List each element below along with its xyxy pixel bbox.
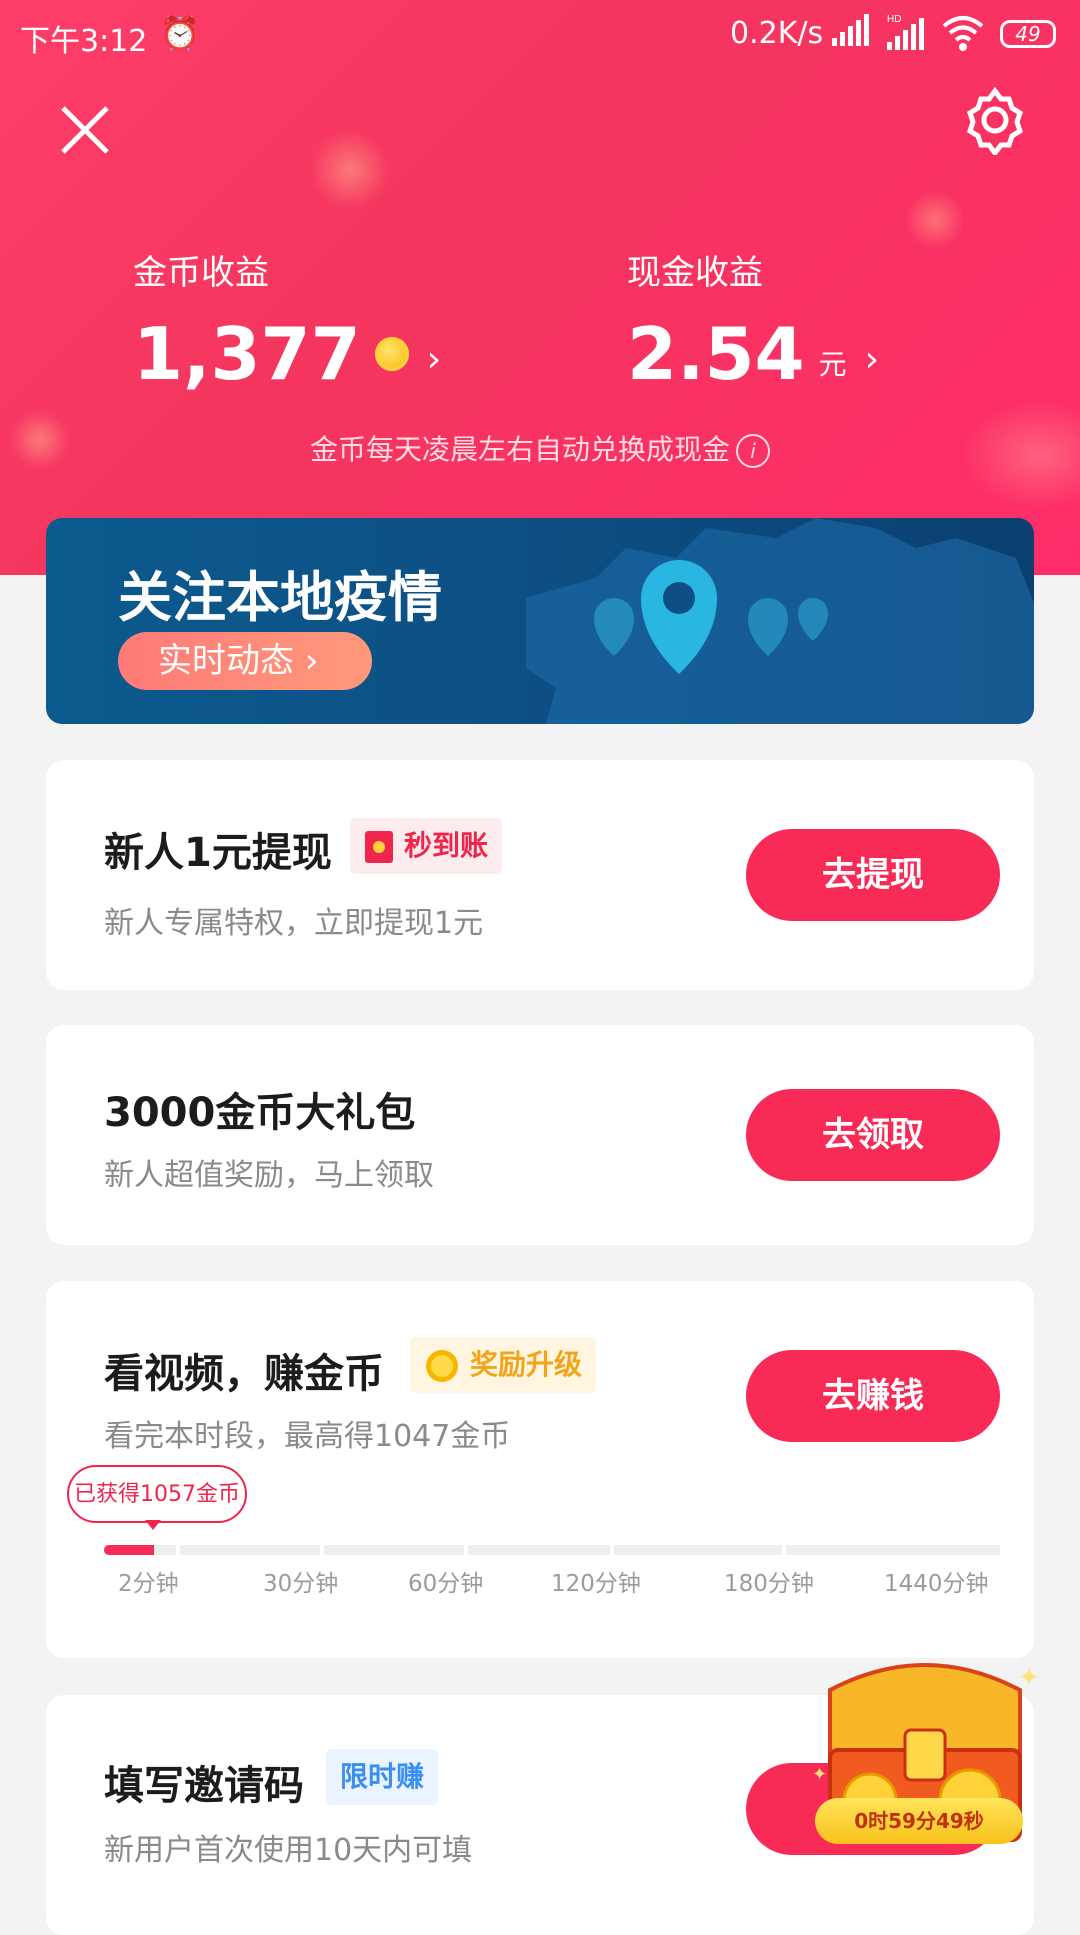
withdraw-button[interactable]: 去提现 <box>746 829 1000 921</box>
tag-label: 奖励升级 <box>470 1348 583 1381</box>
progress-tick: 1440分钟 <box>884 1571 989 1597</box>
task-subtitle: 新人超值奖励，马上领取 <box>104 1158 434 1193</box>
progress-tick: 120分钟 <box>551 1571 641 1597</box>
battery-level: 49 <box>1015 22 1041 46</box>
task-title: 3000金币大礼包 <box>104 1090 416 1136</box>
gear-icon[interactable] <box>960 85 1030 155</box>
task-card-gift: 3000金币大礼包 新人超值奖励，马上领取 去领取 <box>46 1025 1034 1245</box>
task-title: 新人1元提现 <box>104 830 332 876</box>
signal-hd-icon: HD <box>887 14 924 50</box>
banner-title: 关注本地疫情 <box>118 566 442 629</box>
task-title: 填写邀请码 <box>104 1763 304 1809</box>
progress-segment <box>786 1545 1000 1555</box>
progress-tick: 180分钟 <box>724 1571 814 1597</box>
progress-segment <box>180 1545 320 1555</box>
limited-tag: 限时赚 <box>326 1749 439 1805</box>
earn-button[interactable]: 去赚钱 <box>746 1350 1000 1442</box>
earned-coins-bubble: 已获得1057金币 <box>67 1465 247 1523</box>
decor-blob <box>310 130 390 210</box>
chevron-right-icon: › <box>864 338 880 380</box>
chevron-right-icon: › <box>304 641 319 681</box>
red-envelope-icon <box>365 831 393 863</box>
chevron-right-icon: › <box>426 338 442 380</box>
wifi-icon <box>942 16 984 51</box>
task-subtitle: 新人专属特权，立即提现1元 <box>104 906 484 941</box>
claim-button[interactable]: 去领取 <box>746 1089 1000 1181</box>
coin-earnings-value: 1,377 <box>133 312 361 396</box>
progress-segment <box>324 1545 464 1555</box>
banner-live-button[interactable]: 实时动态 › <box>118 632 372 690</box>
signal-icon <box>832 14 869 46</box>
upgrade-tag: 奖励升级 <box>410 1337 597 1393</box>
task-subtitle: 看完本时段，最高得1047金币 <box>104 1419 511 1454</box>
coin-earnings-label: 金币收益 <box>133 253 269 293</box>
task-subtitle: 新用户首次使用10天内可填 <box>104 1833 473 1868</box>
coin-earnings[interactable]: 金币收益 1,377 › <box>133 245 441 394</box>
close-icon[interactable] <box>55 100 115 160</box>
epidemic-banner[interactable]: 关注本地疫情 实时动态 › <box>46 518 1034 724</box>
progress-segment <box>614 1545 782 1555</box>
task-card-withdraw: 新人1元提现 秒到账 新人专属特权，立即提现1元 去提现 <box>46 760 1034 990</box>
status-bar: 下午3:12 ⏰ 0.2K/s HD 49 <box>0 0 1080 70</box>
progress-fill <box>104 1545 154 1555</box>
progress-tick: 30分钟 <box>263 1571 339 1597</box>
coin-icon <box>426 1350 458 1382</box>
info-icon[interactable]: i <box>736 434 770 468</box>
cash-earnings[interactable]: 现金收益 2.54 元 › <box>627 245 879 394</box>
tag-label: 秒到账 <box>404 829 489 862</box>
status-time: 下午3:12 <box>20 24 148 59</box>
banner-button-label: 实时动态 <box>158 641 294 681</box>
svg-text:✦: ✦ <box>1018 1663 1040 1693</box>
exchange-notice: 金币每天凌晨左右自动兑换成现金 i <box>0 428 1080 468</box>
svg-text:✦: ✦ <box>812 1764 827 1785</box>
progress-tick: 2分钟 <box>118 1571 179 1597</box>
cash-unit: 元 <box>818 348 847 381</box>
instant-tag: 秒到账 <box>350 818 503 874</box>
cash-earnings-value: 2.54 <box>627 312 805 396</box>
progress-segment <box>468 1545 610 1555</box>
network-speed: 0.2K/s <box>730 16 824 51</box>
task-title: 看视频，赚金币 <box>104 1351 384 1397</box>
coin-icon <box>374 337 409 371</box>
battery-icon: 49 <box>1000 20 1056 48</box>
map-illustration <box>526 518 1034 724</box>
exchange-notice-text: 金币每天凌晨左右自动兑换成现金 <box>309 433 730 466</box>
chest-countdown: 0时59分49秒 <box>815 1798 1023 1844</box>
decor-blob <box>905 190 965 250</box>
bubble-tail <box>145 1520 161 1530</box>
progress-tick: 60分钟 <box>408 1571 484 1597</box>
cash-earnings-label: 现金收益 <box>627 253 763 293</box>
svg-text:HD: HD <box>887 14 901 25</box>
alarm-icon: ⏰ <box>160 14 200 52</box>
